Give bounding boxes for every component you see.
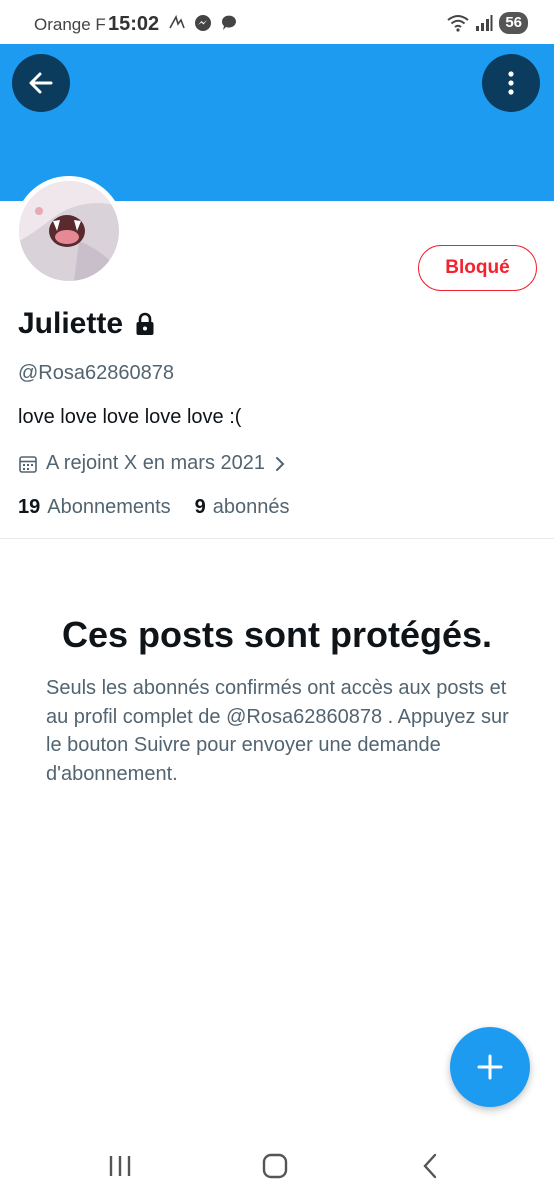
joined-date[interactable]: A rejoint X en mars 2021 [18,452,287,475]
home-icon [262,1153,288,1179]
status-bar: Orange F 15:02 56 [0,0,554,44]
chevron-left-icon [423,1153,437,1179]
recent-apps-icon [109,1156,131,1176]
messenger-icon [195,15,211,31]
more-vertical-icon [508,71,514,95]
plus-icon [477,1054,503,1080]
protected-message: Seuls les abonnés confirmés ont accès au… [46,677,509,785]
home-button[interactable] [255,1150,295,1182]
followers-count: 9 [194,496,206,518]
chat-bubble-icon [221,15,236,30]
followers-label: abonnés [212,496,290,518]
system-icons: 56 [447,12,528,34]
signature-icon [169,14,185,29]
arrow-left-icon [29,72,53,94]
wifi-icon [447,15,469,32]
follow-stats: 19 Abonnements 9 abonnés [18,496,290,519]
following-link[interactable]: 19 Abonnements [18,496,171,519]
joined-text: A rejoint X en mars 2021 [46,452,266,474]
following-label: Abonnements [47,496,171,518]
lock-icon [136,312,154,335]
compose-button[interactable] [450,1027,530,1107]
followers-link[interactable]: 9 abonnés [195,496,290,519]
chevron-right-icon [276,456,285,471]
back-button[interactable] [12,54,70,112]
battery-indicator: 56 [499,12,528,34]
status-time: 15:02 [108,13,160,35]
recent-apps-button[interactable] [100,1150,140,1182]
more-options-button[interactable] [482,54,540,112]
handle: @Rosa62860878 [18,362,174,384]
blocked-button[interactable]: Bloqué [418,245,537,291]
divider [0,538,554,539]
calendar-icon [19,455,37,473]
carrier-name: Orange F [34,15,106,34]
signal-icon [476,15,493,31]
system-back-button[interactable] [410,1150,450,1182]
following-count: 19 [18,496,41,518]
display-name-row: Juliette [18,307,155,341]
notification-icons [168,14,238,32]
display-name: Juliette [18,307,124,340]
protected-title: Ces posts sont protégés. [61,614,493,655]
avatar-image [19,181,119,281]
avatar[interactable] [14,176,124,286]
bio: love love love love love :( [18,406,242,428]
system-nav-bar [0,1130,554,1200]
